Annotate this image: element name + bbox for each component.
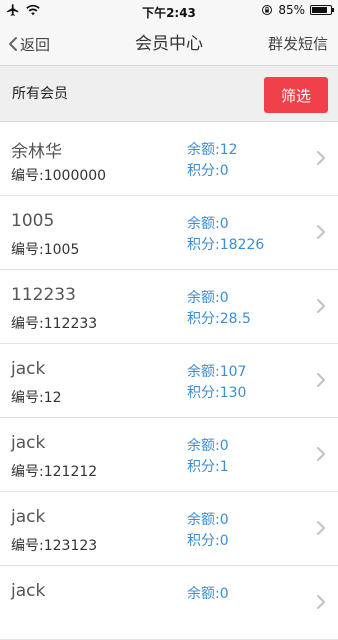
mass-sms-button[interactable]: 群发短信 xyxy=(268,22,328,66)
member-name: 1005 xyxy=(11,211,55,231)
member-points: 积分:18226 xyxy=(187,237,265,253)
chevron-right-icon xyxy=(317,521,325,535)
member-row[interactable]: jack 编号:121212 余额:0 积分:1 xyxy=(0,418,338,492)
member-id: 编号:12 xyxy=(11,390,62,406)
back-button[interactable]: 返回 xyxy=(8,22,50,66)
member-points: 积分:0 xyxy=(187,163,229,179)
member-name: 112233 xyxy=(11,285,76,305)
member-points: 积分:28.5 xyxy=(187,311,251,327)
member-id: 编号:1005 xyxy=(11,242,80,258)
member-balance: 余额:0 xyxy=(187,216,229,232)
member-points: 积分:0 xyxy=(187,533,229,549)
filter-label: 所有会员 xyxy=(12,86,68,102)
chevron-right-icon xyxy=(317,595,325,609)
member-row[interactable]: 1005 编号:1005 余额:0 积分:18226 xyxy=(0,196,338,270)
back-label: 返回 xyxy=(20,35,51,54)
rotation-lock-icon xyxy=(262,5,273,15)
member-name: jack xyxy=(11,359,46,379)
member-row[interactable]: jack 编号:12 余额:107 积分:130 xyxy=(0,344,338,418)
battery-percent: 85% xyxy=(278,3,305,17)
chevron-right-icon xyxy=(317,373,325,387)
chevron-left-icon xyxy=(9,37,17,51)
member-points: 积分:1 xyxy=(187,459,229,475)
battery-level xyxy=(312,7,328,13)
filter-header: 所有会员 筛选 xyxy=(0,66,338,122)
status-bar: 下午2:43 85% xyxy=(0,0,338,22)
member-id: 编号:1000000 xyxy=(11,168,107,184)
member-balance: 余额:0 xyxy=(187,512,229,528)
member-balance: 余额:107 xyxy=(187,364,247,380)
battery-icon xyxy=(310,5,334,15)
filter-button[interactable]: 筛选 xyxy=(264,77,328,113)
member-name: jack xyxy=(11,507,46,527)
status-right: 85% xyxy=(261,3,334,17)
member-row[interactable]: jack 编号:123123 余额:0 积分:0 xyxy=(0,492,338,566)
member-balance: 余额:0 xyxy=(187,438,229,454)
member-name: jack xyxy=(11,433,46,453)
member-points: 积分:130 xyxy=(187,385,247,401)
member-name: jack xyxy=(11,581,46,601)
member-row[interactable]: jack 余额:0 xyxy=(0,566,338,640)
member-list: 余林华 编号:1000000 余额:12 积分:0 1005 编号:1005 余… xyxy=(0,122,338,640)
chevron-right-icon xyxy=(317,225,325,239)
member-id: 编号:112233 xyxy=(11,316,98,332)
chevron-right-icon xyxy=(317,447,325,461)
member-id: 编号:123123 xyxy=(11,538,98,554)
member-name: 余林华 xyxy=(11,142,62,162)
member-row[interactable]: 112233 编号:112233 余额:0 积分:28.5 xyxy=(0,270,338,344)
member-balance: 余额:0 xyxy=(187,290,229,306)
member-row[interactable]: 余林华 编号:1000000 余额:12 积分:0 xyxy=(0,122,338,196)
member-balance: 余额:12 xyxy=(187,142,238,158)
member-id: 编号:121212 xyxy=(11,464,98,480)
nav-bar: 返回 会员中心 群发短信 xyxy=(0,22,338,66)
chevron-right-icon xyxy=(317,151,325,165)
chevron-right-icon xyxy=(317,299,325,313)
member-balance: 余额:0 xyxy=(187,586,229,602)
